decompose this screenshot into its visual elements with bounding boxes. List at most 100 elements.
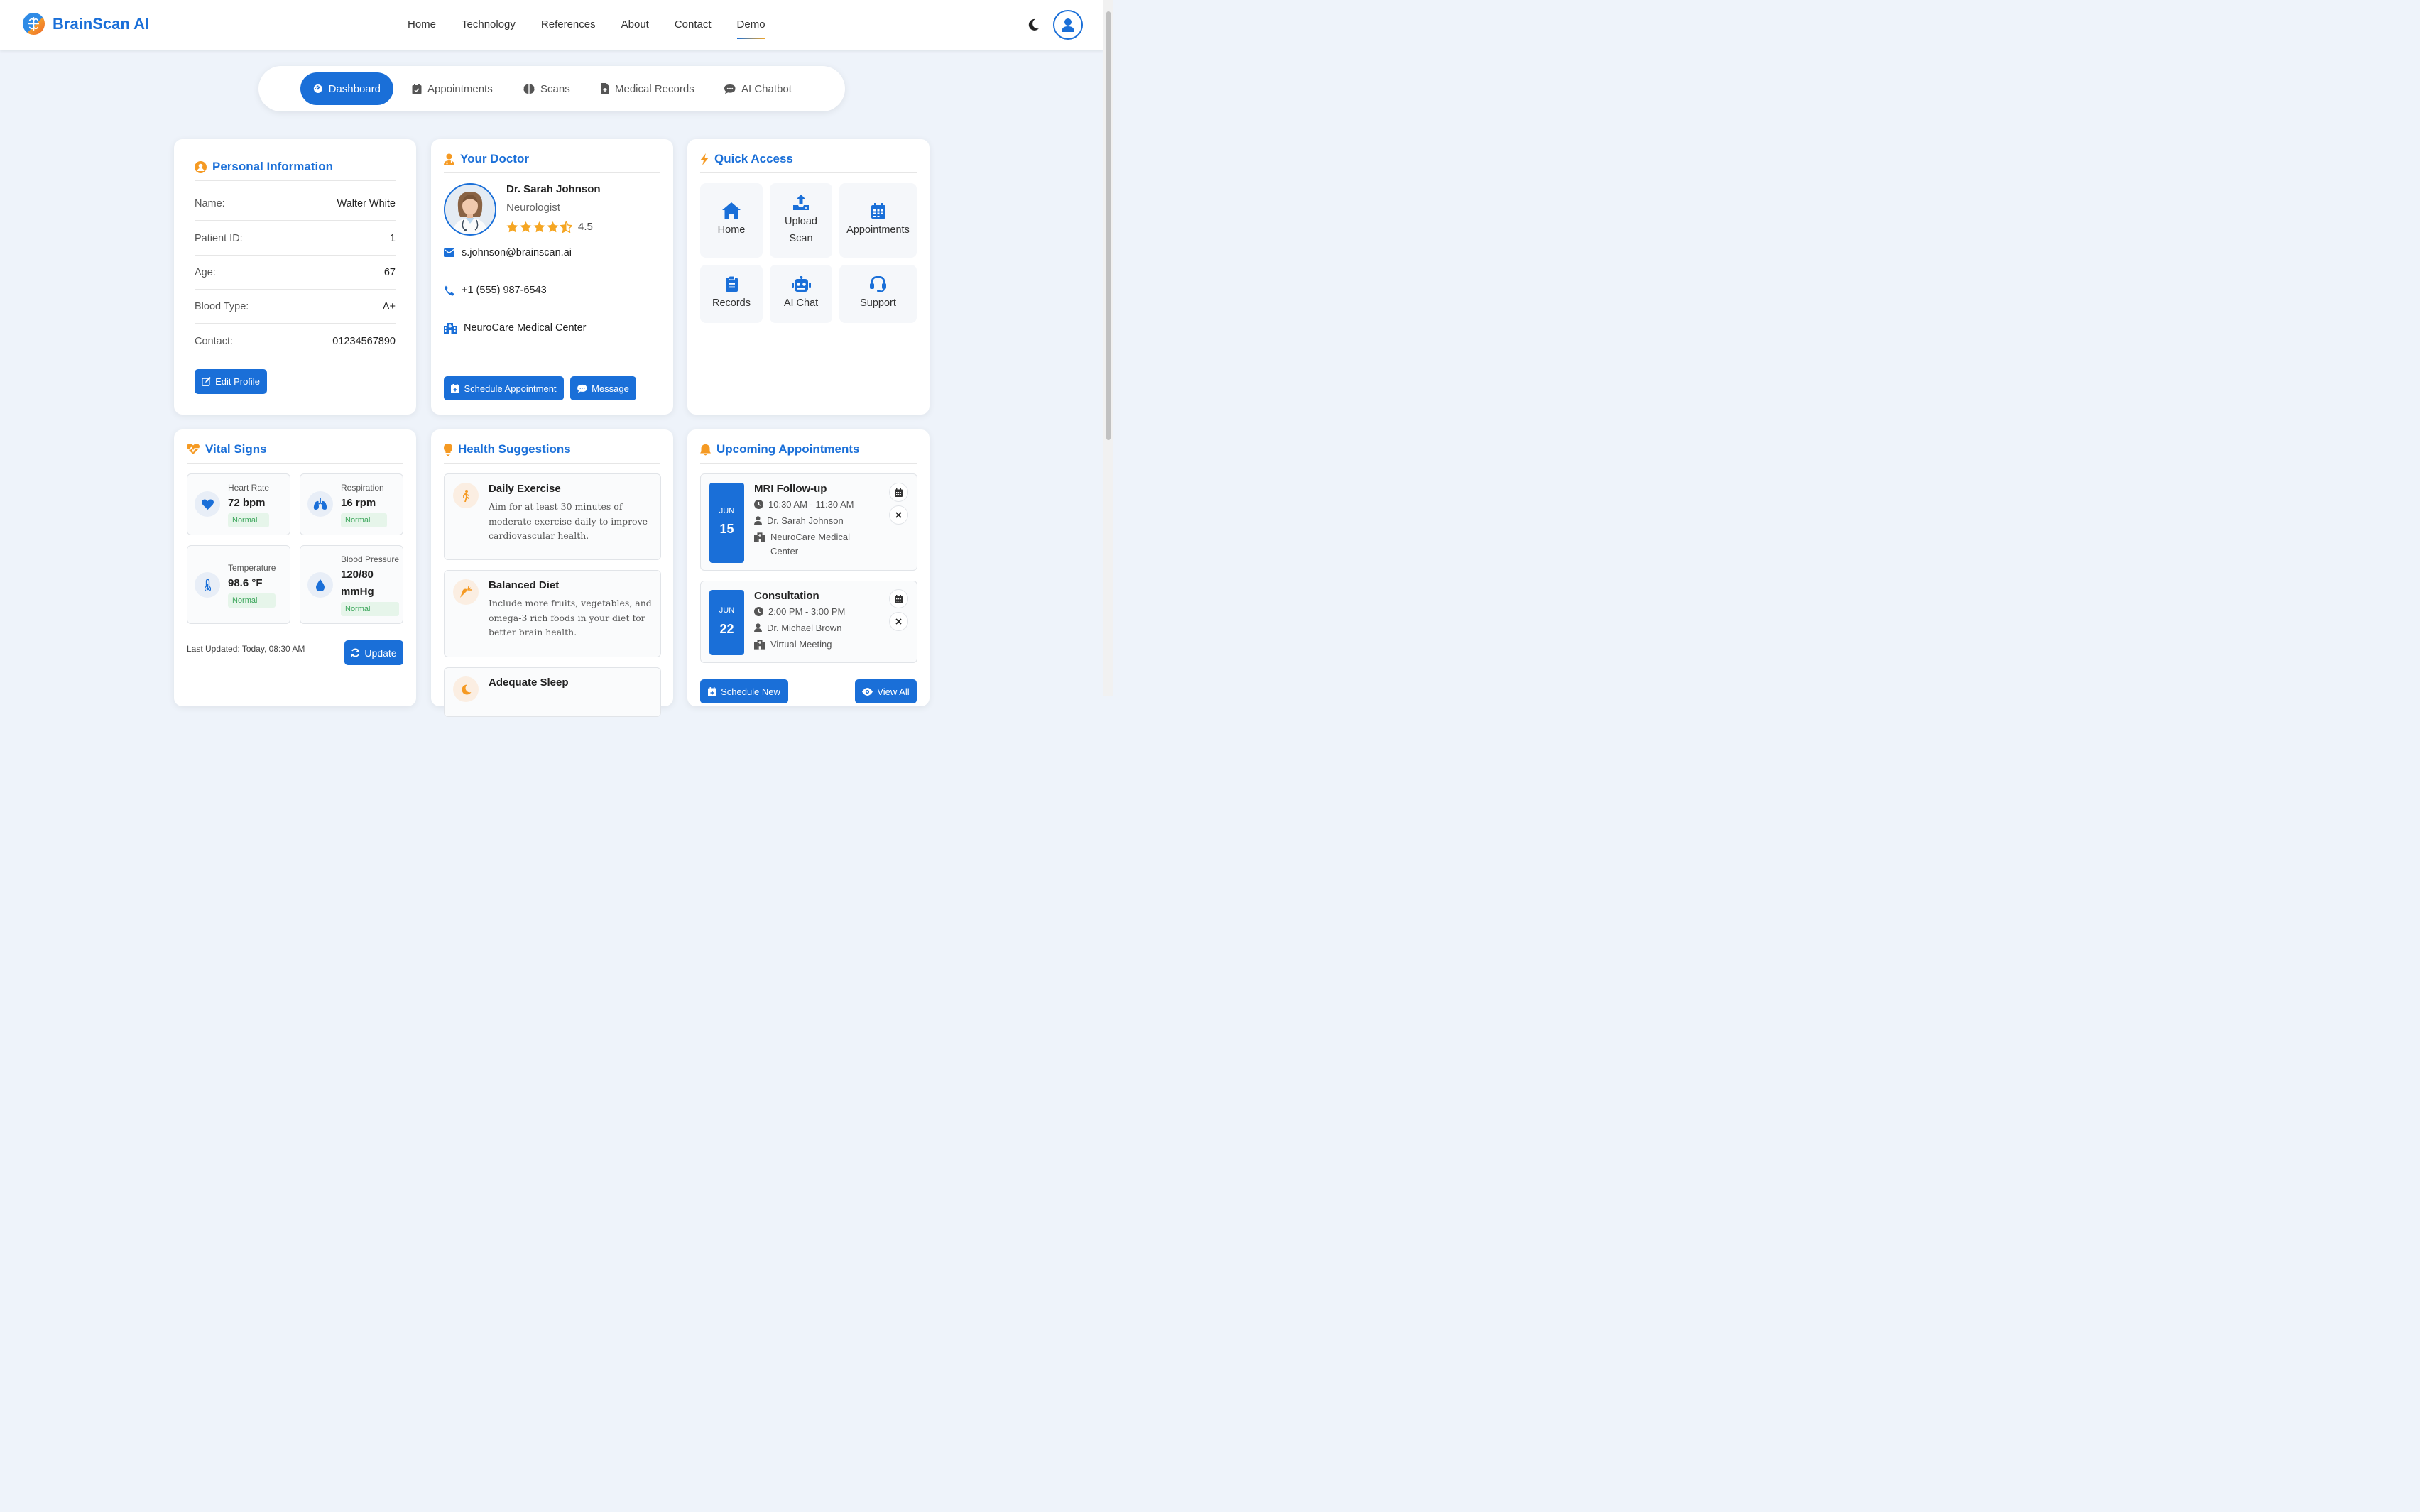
- appointment-doctor-text: Dr. Michael Brown: [767, 623, 842, 633]
- quick-access-home[interactable]: Home: [700, 183, 763, 258]
- refresh-icon: [351, 648, 360, 657]
- profile-button[interactable]: [1053, 10, 1083, 40]
- add-to-calendar-button[interactable]: [889, 483, 908, 502]
- moon-icon[interactable]: [1025, 16, 1042, 33]
- tab-ai-chatbot[interactable]: AI Chatbot: [724, 72, 792, 105]
- comment-dots-icon: [577, 384, 587, 393]
- appointment-location: Virtual Meeting: [754, 637, 832, 652]
- title-divider: [444, 463, 660, 464]
- appointment-time-text: 2:00 PM - 3:00 PM: [768, 606, 846, 617]
- info-row-patient-id: Patient ID: 1: [195, 221, 396, 256]
- nav-technology[interactable]: Technology: [449, 0, 528, 50]
- quick-access-appointments-label: Appointments: [846, 224, 910, 236]
- appointment-doctor: Dr. Michael Brown: [754, 621, 841, 635]
- update-label: Update: [364, 647, 397, 659]
- schedule-new-button[interactable]: Schedule New: [700, 679, 788, 703]
- doctor-phone[interactable]: +1 (555) 987-6543: [444, 285, 547, 296]
- schedule-appointment-label: Schedule Appointment: [464, 383, 557, 394]
- nav-home[interactable]: Home: [395, 0, 449, 50]
- vital-icon-bg: [307, 572, 333, 598]
- vital-heart-rate: Heart Rate 72 bpm Normal: [187, 473, 290, 535]
- star-icon: [547, 221, 559, 232]
- upload-icon: [793, 194, 809, 210]
- brand[interactable]: BrainScan AI: [22, 12, 149, 35]
- vital-label: Temperature: [228, 563, 276, 573]
- robot-icon: [791, 276, 811, 292]
- calendar-icon: [895, 594, 903, 603]
- quick-access-title: Quick Access: [700, 152, 793, 166]
- calendar-plus-icon: [451, 383, 460, 393]
- calendar-check-icon: [412, 83, 422, 94]
- info-row-age: Age: 67: [195, 256, 396, 290]
- eye-icon: [862, 687, 873, 696]
- doctor-portrait: [445, 185, 495, 234]
- vital-icon-bg: [195, 491, 220, 517]
- view-all-label: View All: [877, 686, 910, 697]
- quick-access-ai-chat[interactable]: AI Chat: [770, 265, 832, 323]
- main-nav: Home Technology References About Contact…: [395, 0, 778, 50]
- nav-about[interactable]: About: [609, 0, 662, 50]
- doctor-clinic: NeuroCare Medical Center: [444, 322, 586, 334]
- vital-respiration: Respiration 16 rpm Normal: [300, 473, 403, 535]
- appointment-day: 22: [719, 622, 734, 636]
- cancel-appointment-button[interactable]: [889, 505, 908, 525]
- edit-profile-button[interactable]: Edit Profile: [195, 369, 267, 394]
- quick-access-card: Quick Access Home Upload Scan Appointmen…: [687, 139, 930, 415]
- vital-icon-bg: [195, 572, 220, 598]
- suggestion-adequate-sleep: Adequate Sleep: [444, 667, 661, 717]
- vital-signs-title-text: Vital Signs: [205, 442, 267, 456]
- info-value: A+: [382, 300, 396, 312]
- page-scrollbar[interactable]: [1103, 0, 1113, 696]
- quick-access-records-label: Records: [712, 297, 751, 309]
- info-value: 01234567890: [332, 335, 396, 347]
- doctor-email[interactable]: s.johnson@brainscan.ai: [444, 247, 572, 258]
- edit-icon: [202, 377, 212, 386]
- message-doctor-button[interactable]: Message: [570, 376, 636, 400]
- info-label: Blood Type:: [195, 300, 249, 312]
- envelope-icon: [444, 248, 454, 257]
- calendar-plus-icon: [708, 686, 717, 696]
- info-row-name: Name: Walter White: [195, 187, 396, 221]
- appointment-date-badge: JUN 15: [709, 483, 744, 563]
- vital-label: Blood Pressure: [341, 554, 400, 564]
- suggestion-icon-bg: [453, 483, 479, 508]
- tab-scans[interactable]: Scans: [523, 72, 570, 105]
- brain-icon: [523, 84, 535, 94]
- vital-value: 72 bpm: [228, 497, 266, 509]
- appointment-title: Consultation: [754, 590, 819, 602]
- clipboard-icon: [725, 276, 738, 292]
- quick-access-support[interactable]: Support: [839, 265, 917, 323]
- clock-icon: [754, 607, 763, 616]
- scrollbar-thumb[interactable]: [1106, 11, 1111, 440]
- tab-medical-records[interactable]: Medical Records: [601, 72, 694, 105]
- quick-access-records[interactable]: Records: [700, 265, 763, 323]
- vital-signs-title: Vital Signs: [187, 442, 267, 456]
- quick-access-appointments[interactable]: Appointments: [839, 183, 917, 258]
- view-all-button[interactable]: View All: [855, 679, 917, 703]
- calendar-icon: [871, 202, 885, 219]
- appointment-month: JUN: [719, 507, 735, 515]
- info-row-blood-type: Blood Type: A+: [195, 290, 396, 324]
- schedule-appointment-button[interactable]: Schedule Appointment: [444, 376, 564, 400]
- title-divider: [444, 172, 660, 173]
- suggestion-icon-bg: [453, 676, 479, 702]
- lungs-icon: [313, 498, 327, 510]
- lightbulb-icon: [444, 443, 452, 456]
- quick-access-title-text: Quick Access: [714, 152, 793, 165]
- nav-references[interactable]: References: [528, 0, 609, 50]
- cancel-appointment-button[interactable]: [889, 612, 908, 631]
- quick-access-upload-scan[interactable]: Upload Scan: [770, 183, 832, 258]
- add-to-calendar-button[interactable]: [889, 589, 908, 608]
- nav-demo[interactable]: Demo: [724, 0, 778, 50]
- tab-appointments[interactable]: Appointments: [412, 72, 493, 105]
- quick-access-home-label: Home: [717, 224, 746, 236]
- appointment-title: MRI Follow-up: [754, 483, 827, 495]
- suggestion-daily-exercise: Daily Exercise Aim for at least 30 minut…: [444, 473, 661, 560]
- gauge-icon: [313, 84, 322, 93]
- update-vitals-button[interactable]: Update: [344, 640, 403, 665]
- tab-dashboard[interactable]: Dashboard: [300, 72, 393, 105]
- nav-contact[interactable]: Contact: [662, 0, 724, 50]
- doctor-rating: 4.5: [506, 221, 593, 233]
- info-label: Contact:: [195, 335, 233, 347]
- appointment-time: 2:00 PM - 3:00 PM: [754, 605, 845, 619]
